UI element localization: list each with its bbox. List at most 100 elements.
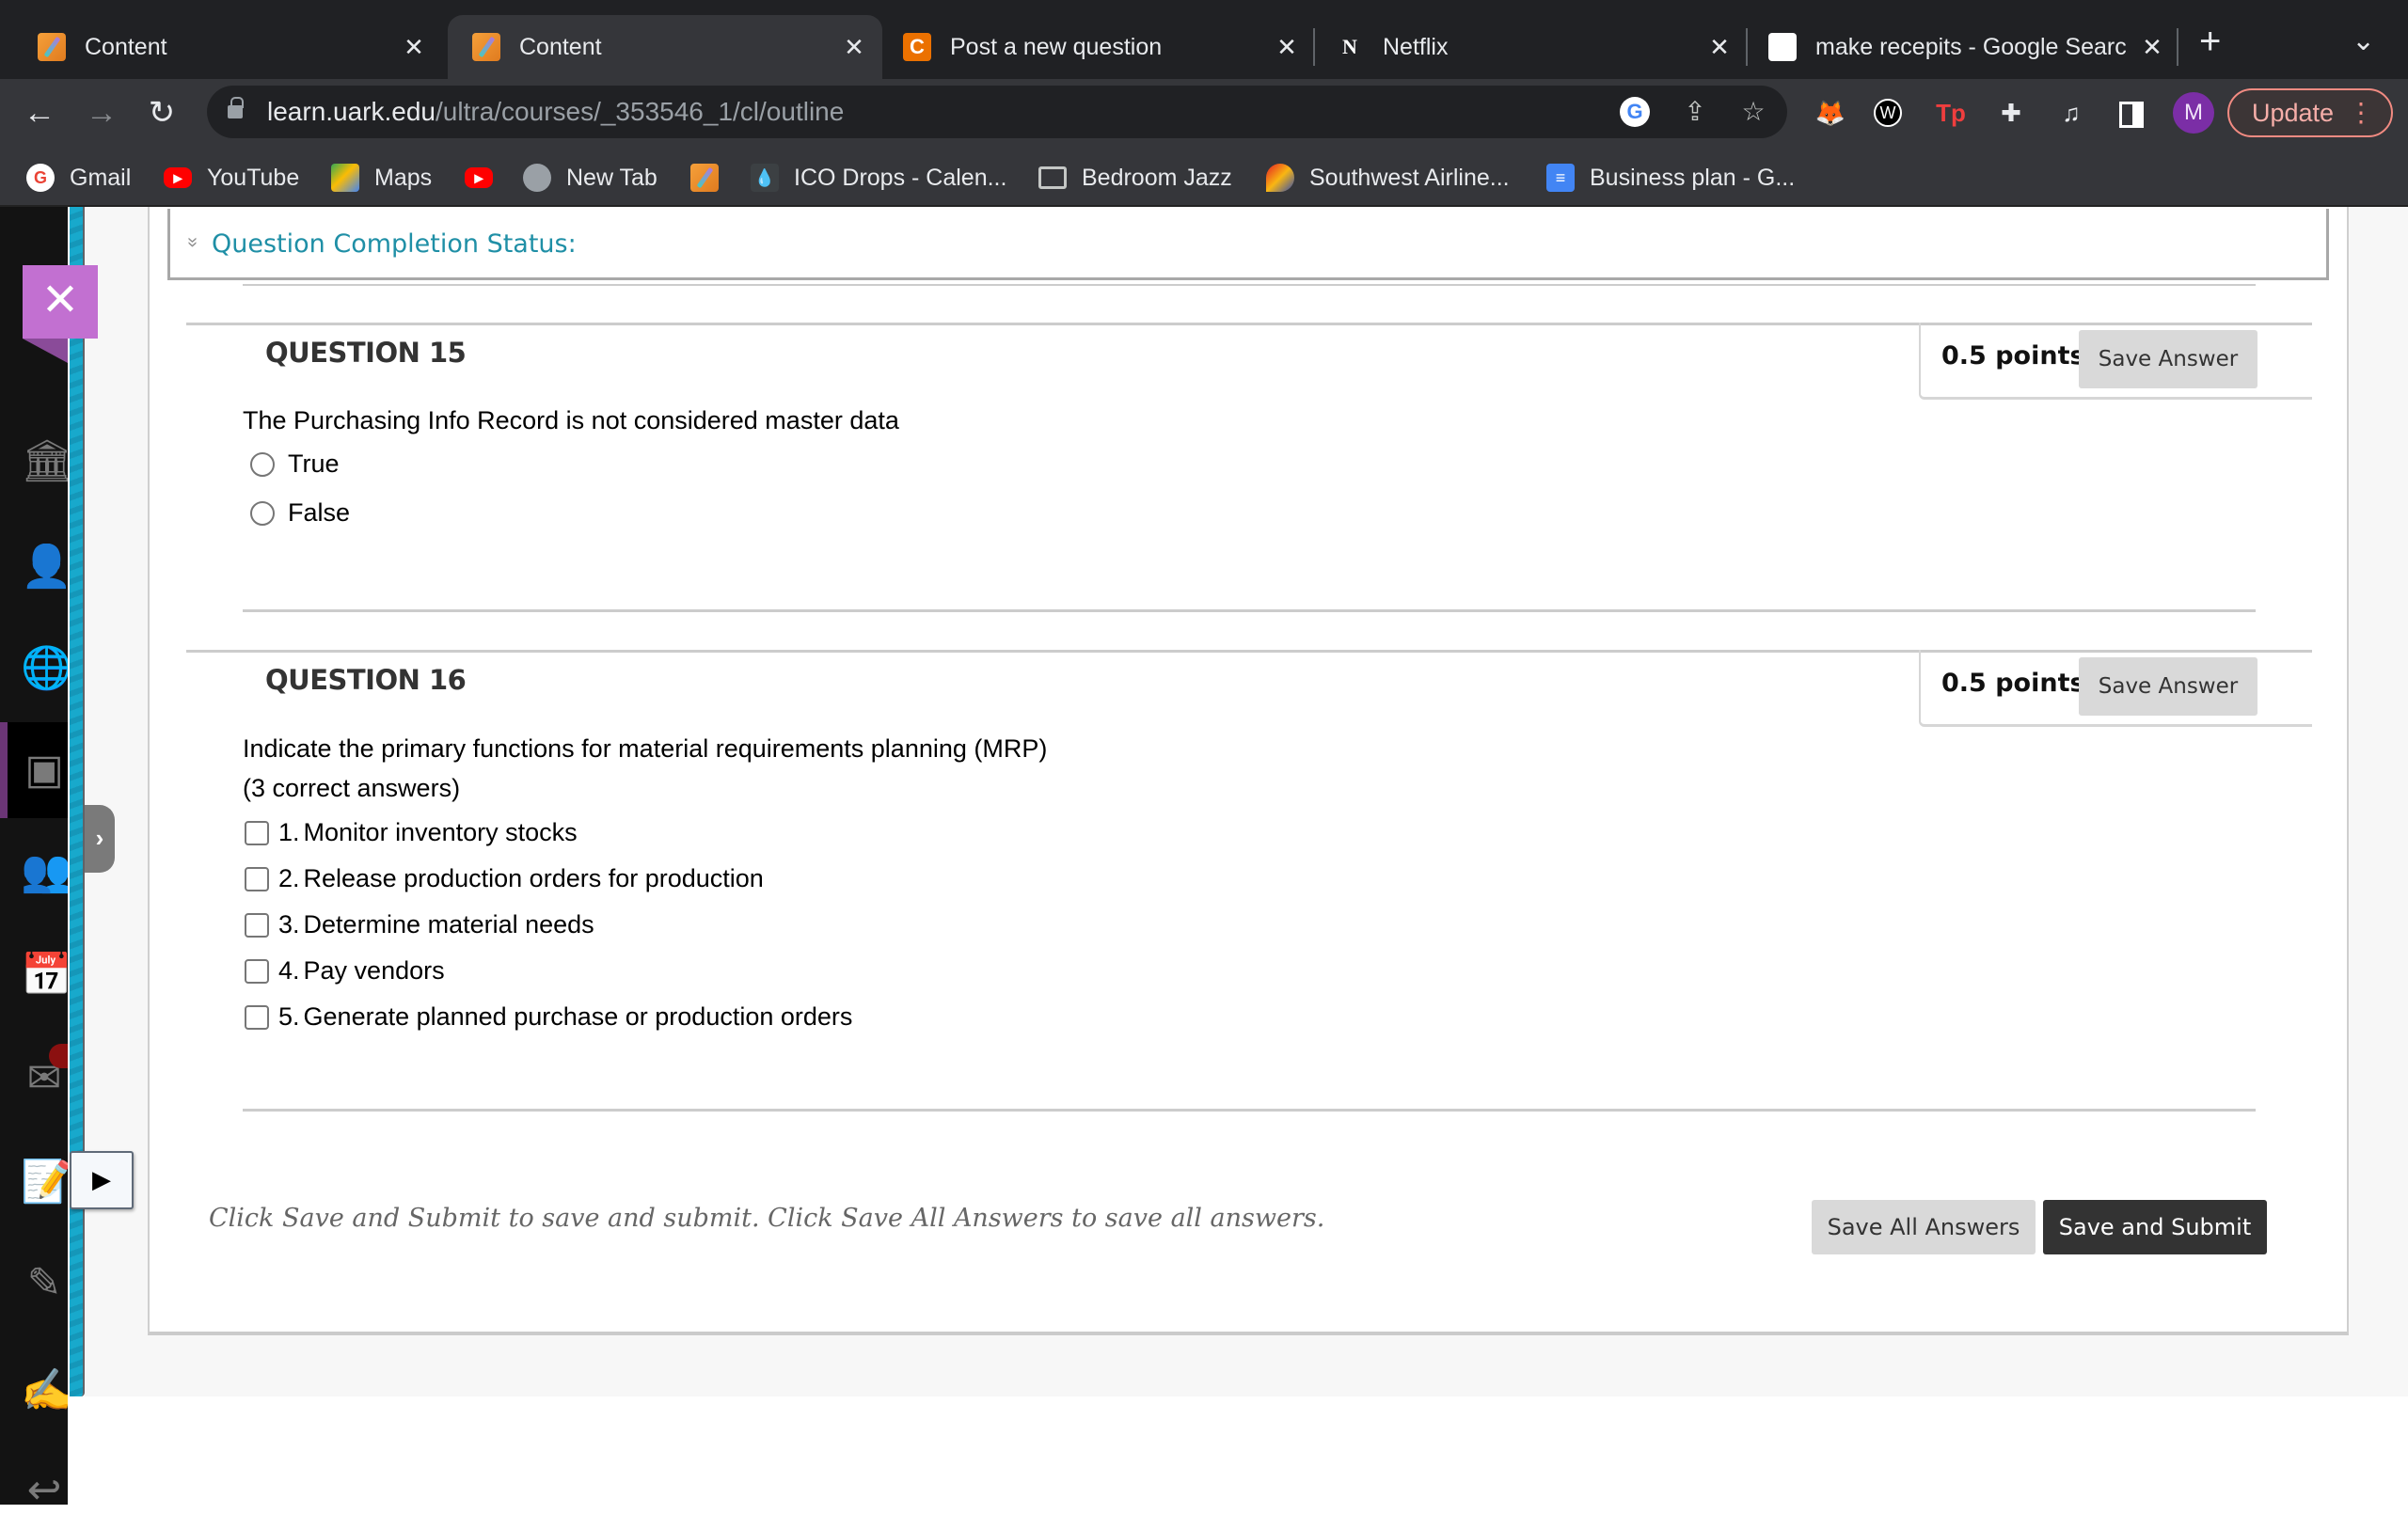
tab-close-icon[interactable]: ✕	[2133, 33, 2171, 62]
tools-icon[interactable]: ✎	[21, 1260, 68, 1307]
new-tab-button[interactable]: +	[2199, 21, 2221, 63]
expand-chevron-icon: »	[182, 236, 204, 248]
google-lens-icon[interactable]: G	[1620, 97, 1650, 127]
question-16-points-box: 0.5 points Save Answer	[1919, 650, 2312, 727]
course-color-strip	[70, 207, 85, 1396]
youtube-icon: ▸	[164, 167, 192, 188]
tab-close-icon[interactable]: ✕	[835, 33, 873, 62]
tab-title: Netflix	[1383, 33, 1449, 60]
checkbox[interactable]	[245, 820, 269, 845]
institution-icon[interactable]: 🏛	[21, 438, 68, 485]
bookmark-maps[interactable]: Maps	[331, 162, 432, 194]
question-16-subtext: (3 correct answers)	[243, 774, 461, 802]
tab-close-icon[interactable]: ✕	[1268, 33, 1306, 62]
question-divider	[243, 1109, 2256, 1112]
question-15-points-box: 0.5 points Save Answer	[1919, 323, 2312, 400]
bookmark-youtube-2[interactable]: ▸	[465, 162, 508, 194]
organizations-icon[interactable]: 👥	[21, 848, 68, 895]
forward-button[interactable]: →	[83, 94, 120, 132]
youtube-icon: ▸	[465, 167, 493, 188]
checkbox[interactable]	[245, 912, 269, 938]
expand-panel-button[interactable]: ›	[85, 805, 115, 873]
checkbox[interactable]	[245, 866, 269, 891]
pencil-favicon-icon	[472, 33, 500, 61]
question-15-option-true[interactable]: True	[250, 449, 340, 479]
tab-close-icon[interactable]: ✕	[1701, 33, 1738, 62]
update-button[interactable]: Update ⋮	[2227, 88, 2393, 137]
url-text[interactable]: learn.uark.edu/ultra/courses/_353546_1/c…	[267, 97, 844, 127]
bookmark-new-tab[interactable]: New Tab	[523, 162, 657, 194]
tab-close-icon[interactable]: ✕	[395, 33, 433, 62]
bookmark-gmail[interactable]: G Gmail	[26, 162, 131, 194]
metamask-extension-icon[interactable]: 🦊	[1814, 96, 1847, 130]
tp-extension-icon[interactable]: Tp	[1934, 96, 1968, 130]
question-16-title: QUESTION 16	[265, 664, 467, 696]
courses-icon[interactable]: ▣	[21, 747, 68, 794]
close-course-button[interactable]: ✕	[23, 265, 98, 339]
tab-google-search[interactable]: G make recepits - Google Searc ✕	[1748, 15, 2180, 79]
pencil-favicon-icon	[38, 33, 66, 61]
calendar-icon[interactable]: 📅	[21, 952, 68, 999]
bookmark-star-icon[interactable]: ☆	[1738, 97, 1768, 127]
globe-activity-icon[interactable]: 🌐	[21, 645, 68, 692]
reload-button[interactable]: ↻	[143, 94, 181, 132]
question-16-option-5[interactable]: 5. Generate planned purchase or producti…	[245, 1002, 852, 1032]
tab-search-chevron-icon[interactable]: ⌄	[2352, 24, 2375, 57]
bookmark-bedroom-jazz[interactable]: Bedroom Jazz	[1038, 162, 1232, 194]
extensions-puzzle-icon[interactable]: ✚	[1994, 96, 2028, 130]
checkbox[interactable]	[245, 1004, 269, 1030]
question-15-text: The Purchasing Info Record is not consid…	[243, 406, 899, 434]
question-16-option-3[interactable]: 3. Determine material needs	[245, 910, 594, 939]
profile-avatar[interactable]: M	[2173, 92, 2214, 134]
tab-separator	[2177, 28, 2178, 66]
tab-content-2[interactable]: Content ✕	[448, 15, 882, 79]
question-16-text: Indicate the primary functions for mater…	[243, 734, 1048, 763]
tab-title: Content	[519, 33, 602, 60]
bookmark-youtube[interactable]: ▸ YouTube	[164, 162, 299, 194]
completion-status-label[interactable]: Question Completion Status:	[212, 229, 577, 259]
checkbox[interactable]	[245, 958, 269, 984]
grades-icon[interactable]: 📝	[21, 1159, 68, 1206]
menu-kebab-icon[interactable]: ⋮	[2348, 90, 2374, 135]
close-button-flag	[23, 339, 68, 363]
tab-title: Content	[85, 33, 167, 60]
radio-button[interactable]	[250, 500, 275, 526]
save-and-submit-button[interactable]: Save and Submit	[2043, 1200, 2267, 1254]
question-15-option-false[interactable]: False	[250, 498, 350, 528]
address-bar[interactable]: learn.uark.edu/ultra/courses/_353546_1/c…	[207, 86, 1787, 138]
bookmark-southwest[interactable]: Southwest Airline...	[1266, 162, 1510, 194]
question-16-option-4[interactable]: 4. Pay vendors	[245, 956, 445, 986]
question-15-save-answer-button[interactable]: Save Answer	[2079, 330, 2258, 388]
bookmark-ico-drops[interactable]: 💧 ICO Drops - Calen...	[751, 162, 1006, 194]
tab-content-1[interactable]: Content ✕	[0, 15, 442, 79]
profile-icon[interactable]: 👤	[21, 544, 68, 591]
chegg-favicon-icon: C	[903, 33, 931, 61]
w-extension-icon[interactable]: W	[1874, 99, 1902, 127]
question-16-option-2[interactable]: 2. Release production orders for product…	[245, 864, 764, 893]
tab-netflix[interactable]: N Netflix ✕	[1315, 15, 1748, 79]
divider	[243, 284, 2256, 286]
save-all-answers-button[interactable]: Save All Answers	[1812, 1200, 2036, 1254]
question-completion-status[interactable]: » Question Completion Status:	[167, 209, 2329, 280]
media-control-icon[interactable]: ♫	[2054, 96, 2088, 130]
side-panel-icon[interactable]	[2115, 96, 2148, 130]
tab-post-question[interactable]: C Post a new question ✕	[882, 15, 1315, 79]
globe-icon	[523, 164, 551, 192]
question-16-save-answer-button[interactable]: Save Answer	[2079, 657, 2258, 716]
docs-icon: ≡	[1546, 164, 1575, 192]
maps-icon	[331, 164, 359, 192]
lock-icon[interactable]	[228, 97, 244, 121]
assignments-icon[interactable]: ✍	[21, 1367, 68, 1414]
bookmark-business-plan[interactable]: ≡ Business plan - G...	[1546, 162, 1795, 194]
bookmark-pencil[interactable]	[690, 162, 734, 194]
browser-toolbar: ← → ↻ learn.uark.edu/ultra/courses/_3535…	[0, 79, 2408, 147]
question-16-option-1[interactable]: 1. Monitor inventory stocks	[245, 818, 578, 847]
back-button[interactable]: ←	[21, 94, 58, 132]
sign-out-icon[interactable]: ↩	[21, 1467, 68, 1514]
play-button[interactable]: ▶	[70, 1151, 134, 1209]
southwest-icon	[1266, 164, 1294, 192]
radio-button[interactable]	[250, 451, 275, 477]
pencil-icon	[690, 164, 719, 192]
bookmarks-bar: G Gmail ▸ YouTube Maps ▸ New Tab 💧 ICO Drop…	[0, 147, 2408, 207]
share-icon[interactable]: ⇪	[1680, 97, 1710, 127]
